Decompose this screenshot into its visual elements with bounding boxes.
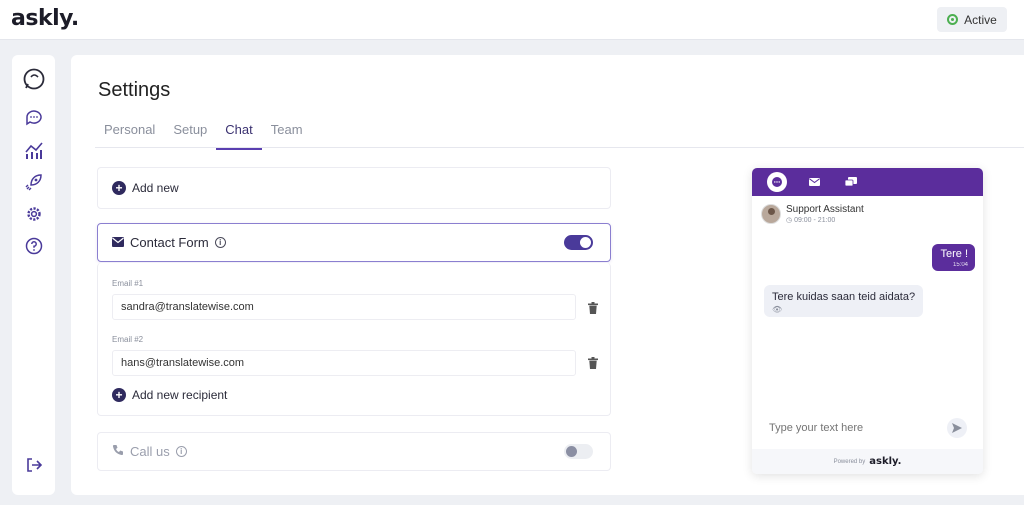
call-us-header[interactable]: Call us i (97, 432, 611, 471)
add-new-label: Add new (132, 181, 179, 195)
delete-email-1-icon[interactable] (588, 301, 598, 314)
widget-footer: Powered by askly. (752, 449, 983, 474)
sidebar (12, 55, 55, 495)
analytics-icon[interactable] (24, 140, 44, 160)
add-new-button[interactable]: + Add new (97, 167, 611, 209)
envelope-icon (112, 235, 124, 250)
contact-form-toggle[interactable] (564, 235, 593, 250)
info-icon[interactable]: i (214, 237, 226, 248)
widget-header (752, 168, 983, 196)
email-1-field[interactable] (112, 294, 576, 320)
info-icon[interactable]: i (175, 446, 187, 457)
send-icon[interactable] (947, 418, 967, 438)
outgoing-message: Tere ! 15:04 (932, 244, 975, 271)
delete-email-2-icon[interactable] (588, 356, 598, 369)
contact-form-label: Contact Form (130, 235, 209, 250)
tab-personal[interactable]: Personal (95, 121, 164, 150)
outgoing-message-time: 15:04 (952, 262, 968, 268)
email-2-label: Email #2 (112, 335, 144, 344)
help-icon[interactable] (24, 236, 44, 256)
chat-icon[interactable] (24, 108, 44, 128)
settings-tabs: Personal Setup Chat Team (95, 121, 312, 150)
askly-footer-logo: askly. (869, 456, 902, 467)
logout-icon[interactable] (24, 455, 44, 475)
call-us-label: Call us (130, 444, 170, 459)
status-label: Active (964, 12, 997, 27)
status-button[interactable]: Active (937, 7, 1007, 32)
tab-team[interactable]: Team (262, 121, 312, 150)
agent-info: Support Assistant ◷ 09:00 - 21:00 (761, 204, 864, 224)
outgoing-message-text: Tere ! (940, 248, 968, 260)
top-bar: askly. Active (0, 0, 1024, 40)
message-input[interactable] (761, 416, 972, 440)
settings-panel: Settings Personal Setup Chat Team + Add … (71, 55, 1024, 495)
chat-bubbles-icon[interactable] (21, 67, 47, 93)
powered-by-label: Powered by (833, 458, 866, 465)
avatar (761, 204, 781, 224)
incoming-message-text: Tere kuidas saan teid aidata? (772, 291, 916, 303)
plus-circle-icon: + (112, 388, 126, 402)
widget-chat-tab-icon[interactable] (767, 172, 787, 192)
call-us-toggle[interactable] (564, 444, 593, 459)
tab-setup[interactable]: Setup (164, 121, 216, 150)
rocket-icon[interactable] (24, 172, 44, 192)
email-1-label: Email #1 (112, 279, 144, 288)
contact-form-body: Email #1 Email #2 + Add new recipient (97, 263, 611, 416)
tab-chat[interactable]: Chat (216, 121, 262, 150)
incoming-message: Tere kuidas saan teid aidata? 👁︎ (764, 285, 924, 317)
gear-icon[interactable] (24, 204, 44, 224)
email-2-field[interactable] (112, 350, 576, 376)
agent-name: Support Assistant (786, 204, 864, 215)
seen-icon: 👁︎ (772, 305, 783, 314)
status-icon (947, 14, 959, 25)
plus-circle-icon: + (112, 181, 126, 195)
add-recipient-label: Add new recipient (132, 388, 228, 402)
chat-widget-preview: Support Assistant ◷ 09:00 - 21:00 Tere !… (752, 168, 983, 474)
page-title: Settings (98, 79, 171, 101)
phone-icon (112, 444, 124, 459)
tabs-divider (95, 147, 1024, 148)
widget-messages-tab-icon[interactable] (841, 172, 861, 192)
agent-hours: ◷ 09:00 - 21:00 (786, 217, 836, 224)
widget-email-tab-icon[interactable] (804, 172, 824, 192)
contact-form-header[interactable]: Contact Form i (97, 223, 611, 262)
askly-logo[interactable]: askly. (11, 6, 79, 31)
add-recipient-button[interactable]: + Add new recipient (112, 388, 227, 402)
